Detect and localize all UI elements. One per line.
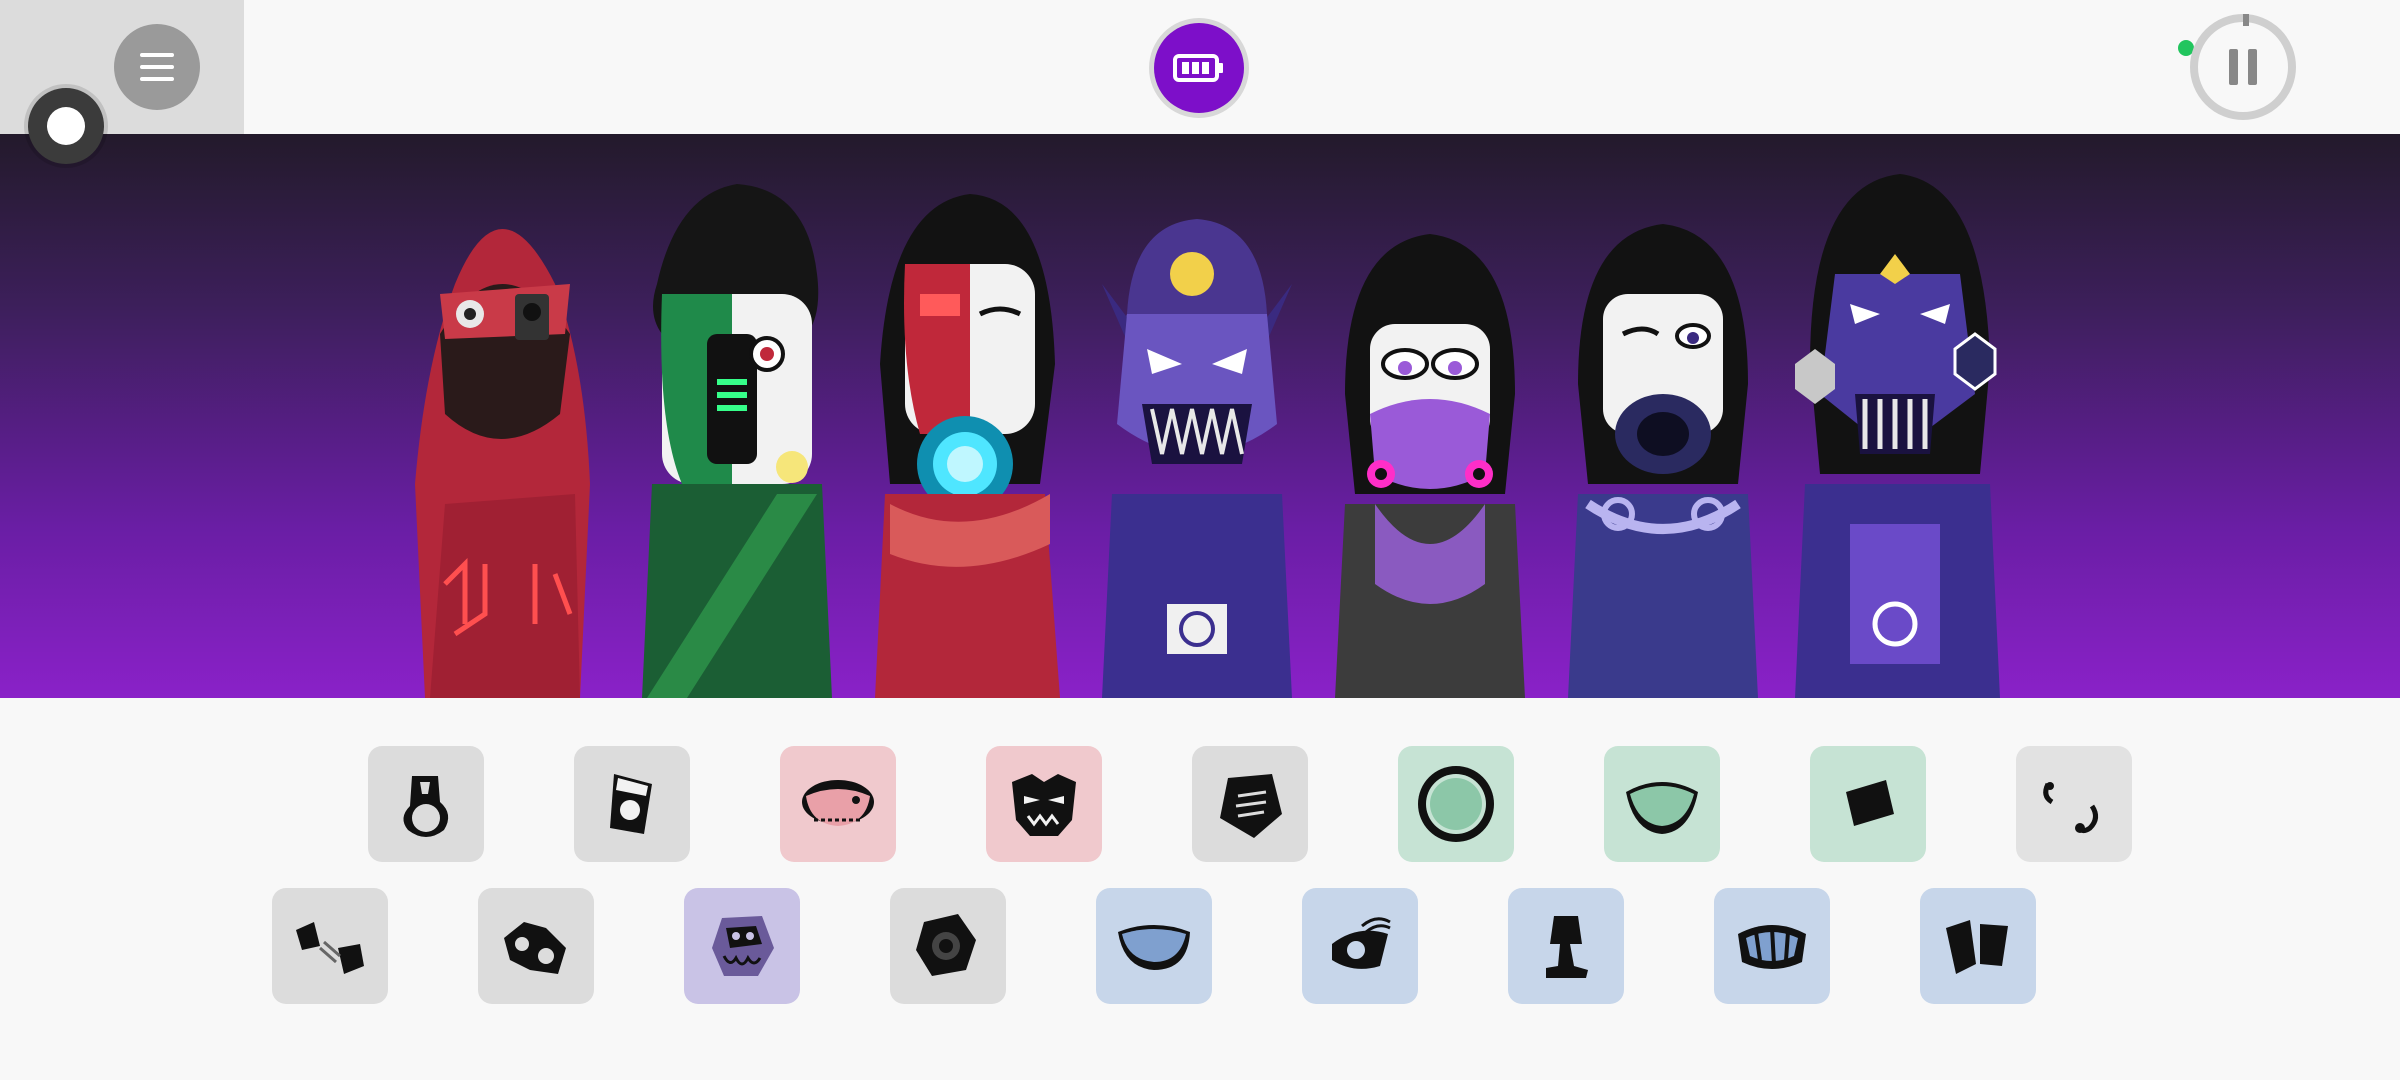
effect-icon-4[interactable] [684, 888, 800, 1004]
voice-icon-3[interactable] [1508, 888, 1624, 1004]
beat-icon-1[interactable] [368, 746, 484, 862]
purple-mask-character[interactable] [1548, 164, 1778, 698]
red-hooded-character[interactable] [385, 164, 615, 698]
battery-bonus-icon [1154, 23, 1244, 113]
effect-icon-2[interactable] [986, 746, 1102, 862]
record-toggle-icon [47, 107, 85, 145]
sound-icon-row-1 [368, 746, 2132, 862]
red-cyborg-character[interactable] [850, 164, 1080, 698]
top-bar [0, 0, 2400, 134]
gasmask-character[interactable] [1315, 164, 1545, 698]
bonus-button[interactable] [1149, 18, 1249, 118]
hex-robot-character[interactable] [1780, 164, 2010, 698]
pause-icon [2229, 49, 2238, 85]
purple-skull-cap-character[interactable] [1082, 164, 1312, 698]
effect-icon-5[interactable] [890, 888, 1006, 1004]
sound-icon-row-2 [272, 888, 2036, 1004]
voice-icon-2[interactable] [1302, 888, 1418, 1004]
green-masked-character[interactable] [617, 164, 847, 698]
progress-tick [2243, 14, 2249, 26]
pause-button[interactable] [2190, 14, 2296, 120]
melody-icon-3[interactable] [1810, 746, 1926, 862]
beat-icon-4[interactable] [478, 888, 594, 1004]
beat-icon-2[interactable] [574, 746, 690, 862]
record-toggle-button[interactable] [28, 88, 104, 164]
character-stage [0, 134, 2400, 698]
sound-icon-tray [0, 698, 2400, 1080]
melody-icon-1[interactable] [1398, 746, 1514, 862]
hamburger-menu-icon [140, 53, 174, 81]
melody-icon-2[interactable] [1604, 746, 1720, 862]
beat-icon-3[interactable] [272, 888, 388, 1004]
menu-button[interactable] [114, 24, 200, 110]
effect-icon-3[interactable] [1192, 746, 1308, 862]
voice-icon-4[interactable] [1714, 888, 1830, 1004]
melody-icon-4[interactable] [2016, 746, 2132, 862]
effect-icon-1[interactable] [780, 746, 896, 862]
voice-icon-1[interactable] [1096, 888, 1212, 1004]
voice-icon-5[interactable] [1920, 888, 2036, 1004]
